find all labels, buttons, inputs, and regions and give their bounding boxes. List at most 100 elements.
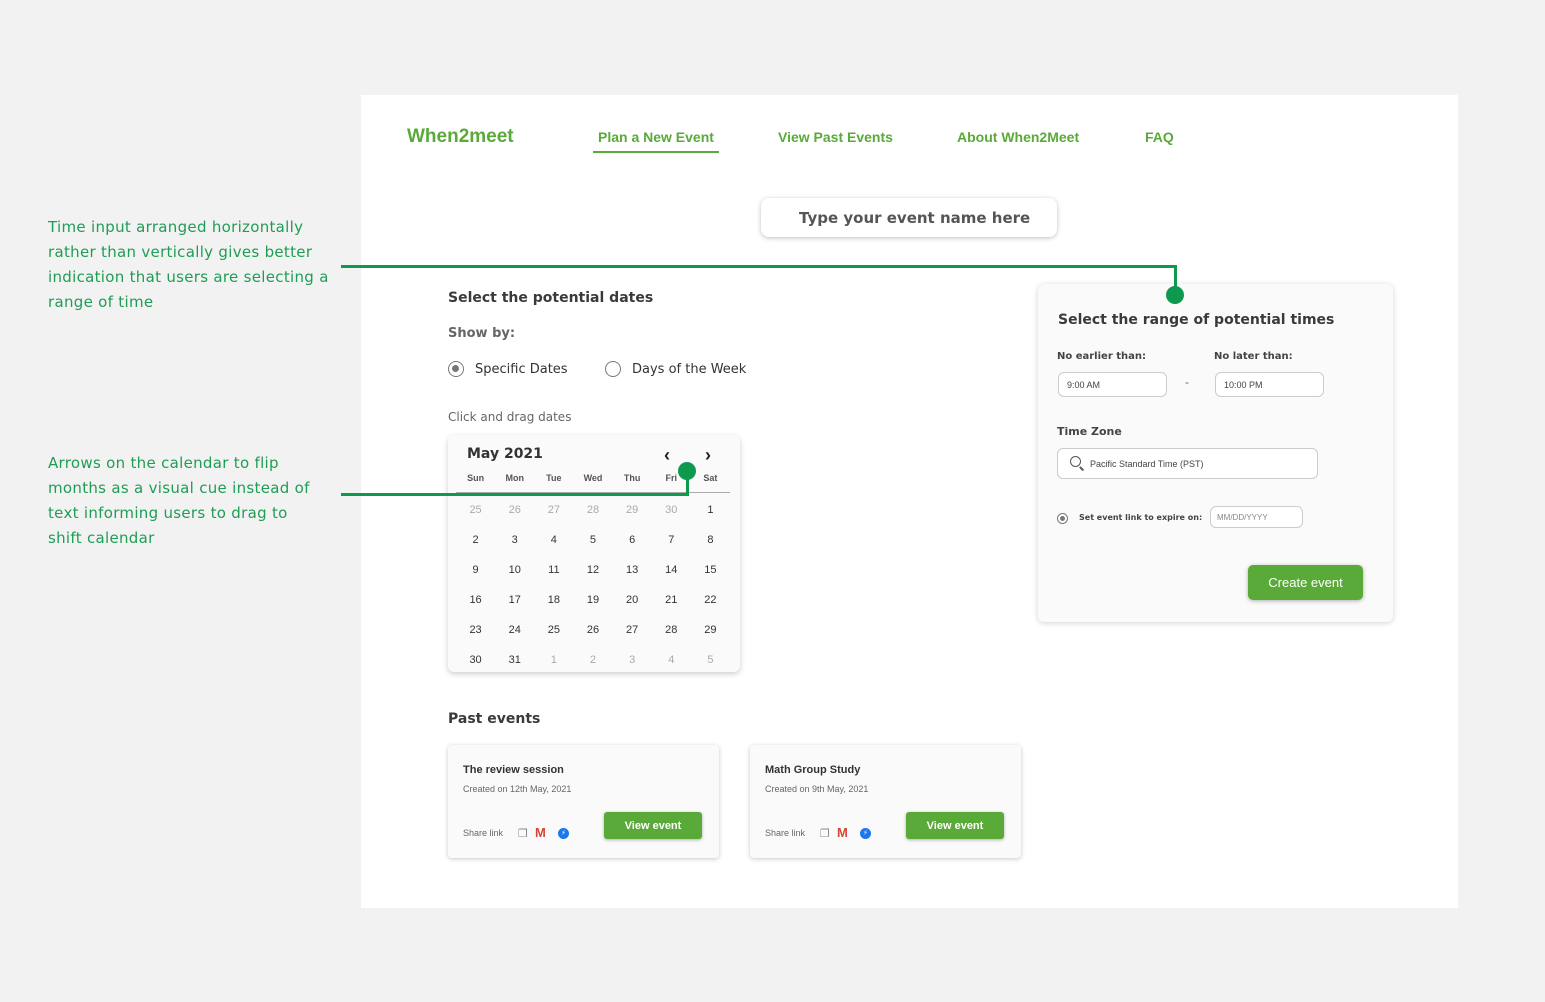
nav-plan-new-event[interactable]: Plan a New Event bbox=[593, 129, 719, 153]
calendar-day[interactable]: 14 bbox=[652, 555, 691, 585]
radio-days-of-week[interactable]: Days of the Week bbox=[605, 361, 746, 377]
weekday-label: Tue bbox=[546, 473, 562, 483]
copy-icon[interactable]: ❐ bbox=[518, 827, 528, 840]
calendar-day[interactable]: 3 bbox=[495, 525, 534, 555]
calendar-day[interactable]: 15 bbox=[691, 555, 730, 585]
calendar-month: May 2021 bbox=[467, 446, 543, 462]
calendar-day[interactable]: 5 bbox=[573, 525, 612, 555]
past-event-card: Math Group Study Created on 9th May, 202… bbox=[750, 745, 1021, 858]
calendar-day[interactable]: 24 bbox=[495, 615, 534, 645]
calendar-day[interactable]: 18 bbox=[534, 585, 573, 615]
gmail-icon[interactable]: M bbox=[535, 825, 546, 840]
calendar-day[interactable]: 8 bbox=[691, 525, 730, 555]
calendar-day[interactable]: 5 bbox=[691, 645, 730, 675]
timezone-input[interactable] bbox=[1090, 449, 1310, 478]
gmail-icon[interactable]: M bbox=[837, 825, 848, 840]
copy-icon[interactable]: ❐ bbox=[820, 827, 830, 840]
calendar-day[interactable]: 4 bbox=[652, 645, 691, 675]
calendar-day[interactable]: 26 bbox=[495, 495, 534, 525]
calendar-day[interactable]: 4 bbox=[534, 525, 573, 555]
calendar-day[interactable]: 16 bbox=[456, 585, 495, 615]
view-event-button[interactable]: View event bbox=[604, 812, 702, 839]
create-event-button[interactable]: Create event bbox=[1248, 565, 1363, 600]
calendar-day[interactable]: 1 bbox=[534, 645, 573, 675]
calendar-day[interactable]: 9 bbox=[456, 555, 495, 585]
calendar-day[interactable]: 25 bbox=[534, 615, 573, 645]
calendar-day[interactable]: 6 bbox=[613, 525, 652, 555]
past-events-title: Past events bbox=[448, 711, 541, 727]
calendar-day[interactable]: 23 bbox=[456, 615, 495, 645]
calendar-day[interactable]: 3 bbox=[613, 645, 652, 675]
callout-line-time bbox=[341, 265, 1177, 268]
radio-circle[interactable] bbox=[605, 361, 621, 377]
calendar-day[interactable]: 11 bbox=[534, 555, 573, 585]
expire-label: Set event link to expire on: bbox=[1079, 513, 1203, 522]
chevron-right-icon[interactable]: › bbox=[700, 445, 716, 466]
logo[interactable]: When2meet bbox=[407, 126, 514, 148]
past-event-name: Math Group Study bbox=[765, 764, 861, 776]
calendar-day[interactable]: 27 bbox=[613, 615, 652, 645]
share-link-label: Share link bbox=[765, 828, 806, 838]
weekday-label: Sun bbox=[467, 473, 485, 483]
calendar-day[interactable]: 27 bbox=[534, 495, 573, 525]
calendar-day[interactable]: 28 bbox=[573, 495, 612, 525]
event-name-input[interactable] bbox=[761, 198, 1057, 237]
calendar-day[interactable]: 26 bbox=[573, 615, 612, 645]
calendar-day[interactable]: 21 bbox=[652, 585, 691, 615]
calendar-day[interactable]: 7 bbox=[652, 525, 691, 555]
calendar-days: 25 26 27 28 29 30 1 2 3 4 5 6 7 8 9 10 11 12 13 14 15 16 17 18 1… bbox=[456, 495, 730, 675]
calendar-day[interactable]: 22 bbox=[691, 585, 730, 615]
calendar-day[interactable]: 12 bbox=[573, 555, 612, 585]
past-event-name: The review session bbox=[463, 764, 564, 776]
timezone-label: Time Zone bbox=[1057, 425, 1122, 438]
annotation-time-input: Time input arranged horizontally rather … bbox=[48, 218, 329, 311]
weekday-label: Sat bbox=[703, 473, 718, 483]
calendar-day[interactable]: 31 bbox=[495, 645, 534, 675]
times-section-title: Select the range of potential times bbox=[1058, 312, 1335, 328]
time-range-panel: Select the range of potential times No e… bbox=[1038, 284, 1393, 622]
radio-specific-dates[interactable]: Specific Dates bbox=[448, 361, 568, 377]
expire-radio[interactable] bbox=[1057, 513, 1068, 524]
calendar-day[interactable]: 30 bbox=[652, 495, 691, 525]
calendar-day[interactable]: 25 bbox=[456, 495, 495, 525]
calendar-day[interactable]: 29 bbox=[613, 495, 652, 525]
calendar-day[interactable]: 1 bbox=[691, 495, 730, 525]
callout-dot-calendar bbox=[678, 462, 696, 480]
annotation-calendar-arrows: Arrows on the calendar to flip months as… bbox=[48, 454, 310, 547]
callout-line-calendar bbox=[341, 493, 689, 496]
calendar-day[interactable]: 13 bbox=[613, 555, 652, 585]
calendar-day[interactable]: 2 bbox=[573, 645, 612, 675]
nav-about[interactable]: About When2Meet bbox=[957, 129, 1079, 145]
share-link-label: Share link bbox=[463, 828, 504, 838]
weekday-label: Wed bbox=[583, 473, 603, 483]
calendar-day[interactable]: 17 bbox=[495, 585, 534, 615]
latest-time-input[interactable] bbox=[1215, 372, 1324, 397]
calendar-day[interactable]: 2 bbox=[456, 525, 495, 555]
radio-label: Specific Dates bbox=[475, 361, 568, 377]
radio-circle-checked[interactable] bbox=[448, 361, 464, 377]
calendar-day[interactable]: 19 bbox=[573, 585, 612, 615]
calendar-day[interactable]: 20 bbox=[613, 585, 652, 615]
calendar-day[interactable]: 29 bbox=[691, 615, 730, 645]
earliest-time-input[interactable] bbox=[1058, 372, 1167, 397]
nav-view-past-events[interactable]: View Past Events bbox=[778, 129, 893, 145]
nav-faq[interactable]: FAQ bbox=[1145, 129, 1174, 145]
calendar-day[interactable]: 30 bbox=[456, 645, 495, 675]
range-separator: - bbox=[1185, 375, 1189, 389]
app-frame: When2meet Plan a New Event View Past Eve… bbox=[361, 95, 1458, 908]
messenger-icon[interactable]: ⚡ bbox=[860, 828, 871, 839]
calendar-day[interactable]: 10 bbox=[495, 555, 534, 585]
calendar-day[interactable]: 28 bbox=[652, 615, 691, 645]
weekday-label: Mon bbox=[505, 473, 524, 483]
search-icon bbox=[1070, 456, 1081, 467]
view-event-button[interactable]: View event bbox=[906, 812, 1004, 839]
drag-hint: Click and drag dates bbox=[448, 410, 572, 424]
messenger-icon[interactable]: ⚡ bbox=[558, 828, 569, 839]
dates-section-title: Select the potential dates bbox=[448, 290, 654, 306]
chevron-left-icon[interactable]: ‹ bbox=[659, 445, 675, 466]
timezone-field[interactable] bbox=[1057, 448, 1318, 479]
expire-date-input[interactable] bbox=[1210, 506, 1303, 528]
show-by-label: Show by: bbox=[448, 326, 516, 341]
past-event-created: Created on 9th May, 2021 bbox=[765, 784, 869, 794]
past-event-card: The review session Created on 12th May, … bbox=[448, 745, 719, 858]
